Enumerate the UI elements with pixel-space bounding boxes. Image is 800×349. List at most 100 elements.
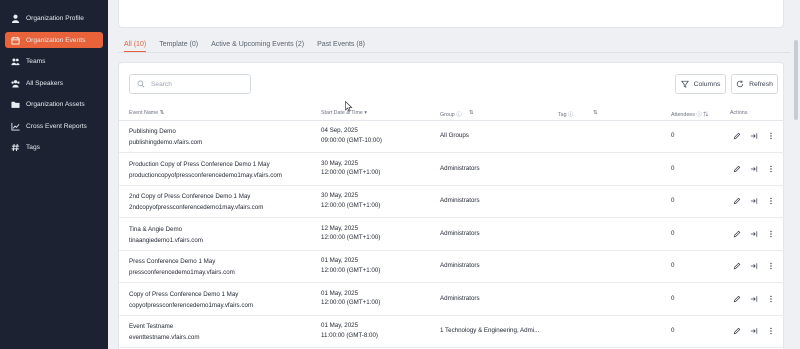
table-row[interactable]: 2nd Copy of Press Conference Demo 1 May 2… (119, 186, 785, 218)
tab-all[interactable]: All (10) (124, 36, 147, 52)
event-url[interactable]: productioncopyofpressconferencedemo1may.… (129, 170, 282, 181)
attendees-cell: 0 (671, 164, 675, 172)
sidebar-item-teams[interactable]: Teams (5, 53, 103, 69)
event-name-cell[interactable]: Copy of Press Conference Demo 1 May copyo… (129, 289, 253, 311)
sidebar-item-tags[interactable]: Tags (5, 139, 103, 155)
event-url[interactable]: pressconferencedemo1may.vfairs.com (129, 267, 235, 278)
attendees-cell: 0 (671, 294, 675, 302)
start-time: 11:00:00 (GMT-8:00) (321, 331, 378, 339)
edit-icon[interactable] (733, 230, 741, 238)
event-url[interactable]: 2ndcopyofpressconferencedemo1may.vfairs.… (129, 202, 263, 213)
event-name[interactable]: Event Testname (129, 321, 200, 332)
attendees-cell: 0 (671, 132, 675, 139)
table-row[interactable]: Publishing Demo publishingdemo.vfairs.com… (119, 121, 785, 153)
group-cell: All Groups (440, 132, 469, 139)
search-icon (137, 80, 145, 88)
event-tabs: All (10) Template (0) Active & Upcoming … (124, 36, 378, 56)
table-row[interactable]: Press Conference Demo 1 May pressconferen… (119, 251, 785, 283)
header-actions: Actions (730, 110, 748, 116)
sidebar: Organization Profile Organization Events… (0, 0, 108, 349)
start-date: 01 May, 2025 (321, 257, 359, 264)
event-name-cell[interactable]: Tina & Angie Demo tinaangiedemo1.vfairs.c… (129, 224, 203, 246)
login-icon[interactable] (750, 230, 758, 238)
more-options-icon[interactable] (767, 230, 775, 238)
edit-icon[interactable] (733, 327, 741, 335)
more-options-icon[interactable] (767, 165, 775, 173)
columns-button[interactable]: Columns (675, 74, 726, 94)
sidebar-item-label: All Speakers (26, 79, 64, 87)
login-icon[interactable] (750, 165, 758, 173)
event-name[interactable]: 2nd Copy of Press Conference Demo 1 May (129, 191, 263, 202)
page-scrollbar[interactable] (794, 40, 798, 120)
header-start-date[interactable]: Start Date & Time ▾ (321, 110, 367, 116)
event-summary-card (118, 0, 784, 28)
columns-label: Columns (693, 80, 721, 88)
event-name[interactable]: Tina & Angie Demo (129, 224, 203, 235)
more-options-icon[interactable] (767, 327, 775, 335)
header-tag-sort[interactable]: ⇅ (593, 110, 597, 116)
event-url[interactable]: copyofpressconferencedemo1may.vfairs.com (129, 300, 253, 311)
sidebar-item-organization-assets[interactable]: Organization Assets (5, 96, 103, 112)
login-icon[interactable] (750, 262, 758, 270)
table-row[interactable]: Copy of Press Conference Demo 1 May copyo… (119, 284, 785, 316)
event-name-cell[interactable]: 2nd Copy of Press Conference Demo 1 May 2… (129, 191, 263, 213)
attendees-cell: 0 (671, 197, 675, 204)
more-options-icon[interactable] (767, 262, 775, 270)
search-placeholder: Search (151, 80, 172, 88)
sidebar-item-all-speakers[interactable]: All Speakers (5, 75, 103, 91)
tabs-divider (118, 52, 790, 53)
start-date-cell: 12 May, 2025 12:00:00 (GMT+1:00) (321, 224, 380, 243)
event-name-cell[interactable]: Press Conference Demo 1 May pressconferen… (129, 256, 235, 278)
header-event-name[interactable]: Event Name ⇅ (129, 110, 164, 116)
login-icon[interactable] (750, 327, 758, 335)
header-group[interactable]: Group ⓘ (440, 110, 462, 118)
login-icon[interactable] (750, 295, 758, 303)
search-input[interactable]: Search (129, 74, 251, 94)
sidebar-item-cross-event-reports[interactable]: Cross Event Reports (5, 118, 103, 134)
event-name[interactable]: Production Copy of Press Conference Demo… (129, 159, 282, 170)
more-options-icon[interactable] (767, 132, 775, 140)
login-icon[interactable] (750, 132, 758, 140)
start-time: 12:00:00 (GMT+1:00) (321, 234, 381, 241)
edit-icon[interactable] (733, 295, 741, 303)
table-row[interactable]: Tina & Angie Demo tinaangiedemo1.vfairs.c… (119, 219, 785, 251)
event-name[interactable]: Press Conference Demo 1 May (129, 256, 235, 267)
tab-past-events[interactable]: Past Events (8) (317, 36, 365, 56)
more-options-icon[interactable] (767, 295, 775, 303)
sidebar-item-organization-events[interactable]: Organization Events (5, 32, 103, 48)
teams-icon (11, 57, 20, 65)
header-attendees[interactable]: Attendees ⓘ ⇅ (671, 110, 708, 118)
edit-icon[interactable] (733, 132, 741, 140)
start-time: 12:00:00 (GMT+1:00) (321, 201, 381, 209)
event-url[interactable]: eventtestname.vfairs.com (129, 332, 200, 343)
edit-icon[interactable] (733, 197, 741, 205)
table-row[interactable]: Event Testname eventtestname.vfairs.com 01… (119, 316, 785, 348)
event-name[interactable]: Copy of Press Conference Demo 1 May (129, 289, 253, 300)
header-tag[interactable]: Tag ⓘ (558, 110, 573, 118)
header-group-sort[interactable]: ⇅ (469, 110, 473, 116)
event-name-cell[interactable]: Event Testname eventtestname.vfairs.com (129, 321, 200, 343)
more-options-icon[interactable] (767, 197, 775, 205)
group-cell: 1 Technology & Engineering, Admi... (440, 327, 540, 334)
refresh-button[interactable]: Refresh (731, 74, 778, 94)
group-cell: Administrators (440, 294, 480, 302)
edit-icon[interactable] (733, 165, 741, 173)
event-url[interactable]: publishingdemo.vfairs.com (129, 137, 202, 148)
calendar-icon (11, 36, 20, 45)
table-row[interactable]: Production Copy of Press Conference Demo… (119, 154, 785, 186)
sidebar-item-label: Cross Event Reports (26, 122, 87, 130)
sidebar-item-organization-profile[interactable]: Organization Profile (5, 10, 103, 26)
sidebar-item-label: Organization Assets (26, 100, 85, 108)
event-name-cell[interactable]: Publishing Demo publishingdemo.vfairs.com (129, 126, 202, 148)
start-date: 04 Sep, 2025 (321, 127, 358, 134)
start-date-cell: 01 May, 2025 12:00:00 (GMT+1:00) (321, 289, 380, 308)
tab-active-upcoming[interactable]: Active & Upcoming Events (2) (211, 36, 304, 56)
event-name[interactable]: Publishing Demo (129, 126, 202, 137)
event-url[interactable]: tinaangiedemo1.vfairs.com (129, 235, 203, 246)
folder-icon (11, 101, 20, 108)
tab-template[interactable]: Template (0) (159, 36, 198, 56)
edit-icon[interactable] (733, 262, 741, 270)
group-cell: Administrators (440, 262, 480, 269)
event-name-cell[interactable]: Production Copy of Press Conference Demo… (129, 159, 282, 181)
login-icon[interactable] (750, 197, 758, 205)
